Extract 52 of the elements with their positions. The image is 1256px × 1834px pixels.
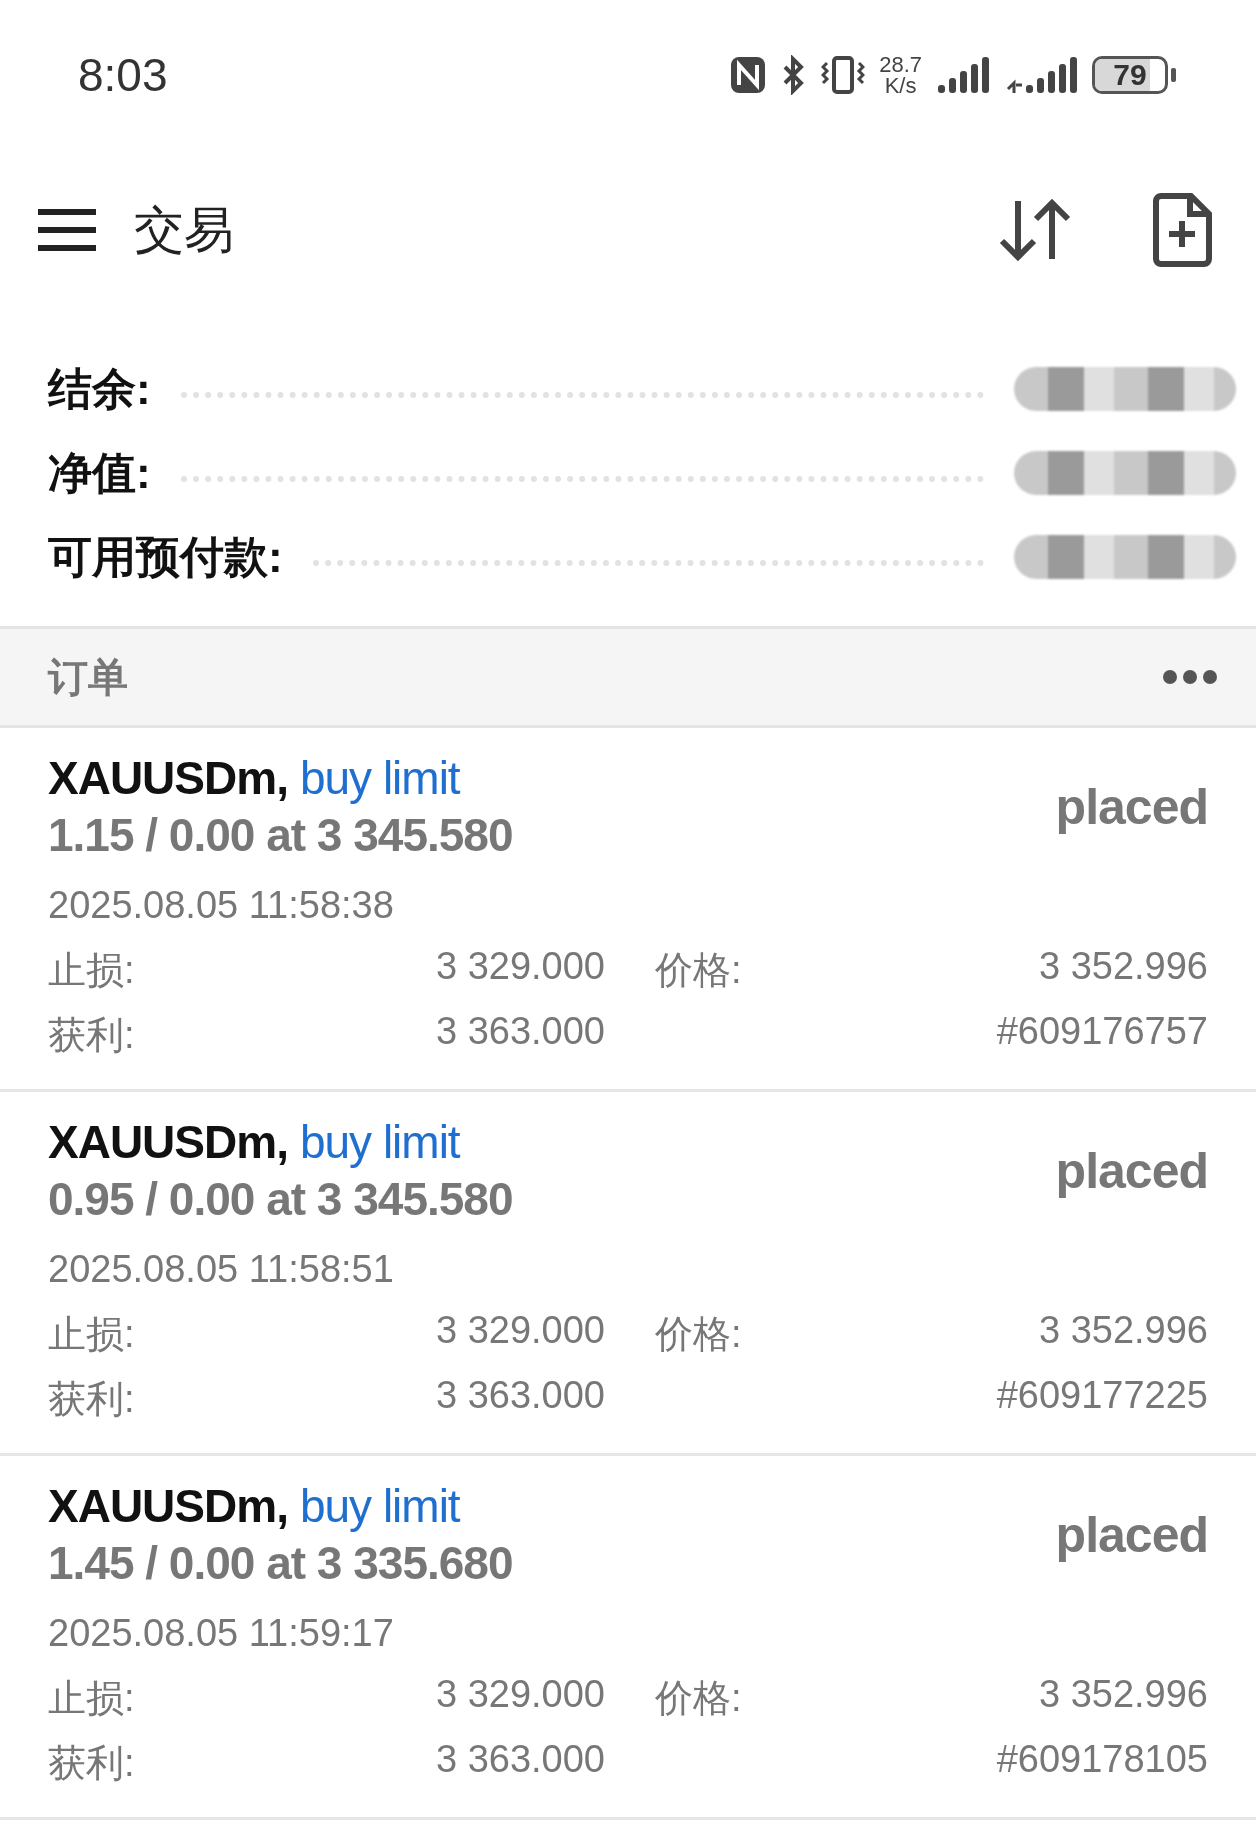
order-status: placed (1055, 1142, 1208, 1200)
order-ticket: #609177225 (995, 1374, 1208, 1418)
field-value: 3 352.996 (1037, 1309, 1208, 1353)
order-time: 2025.08.05 11:59:17 (48, 1612, 395, 1655)
field-value: 3 329.000 (434, 1673, 605, 1717)
vibrate-icon (821, 55, 866, 95)
nfc-icon (729, 55, 768, 95)
field-label: 止损: (48, 948, 136, 993)
field-value: 3 363.000 (434, 1374, 605, 1418)
field-value: 3 363.000 (434, 1738, 605, 1782)
order-time: 2025.08.05 11:58:51 (48, 1248, 395, 1291)
field-label: 价格: (654, 1312, 743, 1357)
order-item[interactable]: XAUUSDm, buy limit 1.45 / 0.00 at 3 335.680 placed 2025.08.05 11:59:17 止损: 3 329.000 价格: 3 352.996 获利: 3 363.000 #609178105 (0, 1456, 1256, 1820)
field-label: 价格: (654, 948, 743, 993)
battery-indicator: 79 (1092, 56, 1168, 94)
field-value: 3 329.000 (434, 1309, 605, 1353)
menu-icon (36, 208, 98, 252)
field-value: 3 329.000 (434, 945, 605, 989)
field-label: 获利: (48, 1013, 136, 1058)
account-label: 净值: (48, 446, 151, 499)
signal-icon (936, 55, 992, 95)
order-status: placed (1055, 778, 1208, 836)
network-speed: 28.7 K/s (879, 54, 922, 96)
order-time: 2025.08.05 11:58:38 (48, 884, 395, 927)
more-icon (1162, 669, 1218, 685)
battery-tip-icon (1171, 68, 1176, 82)
order-symbol: XAUUSDm, buy limit (48, 1115, 462, 1170)
order-item[interactable]: XAUUSDm, buy limit 1.15 / 0.00 at 3 345.580 placed 2025.08.05 11:58:38 止损: 3 329.000 价格: 3 352.996 获利: 3 363.000 #609176757 (0, 728, 1256, 1092)
field-value: 3 352.996 (1037, 1673, 1208, 1717)
order-volume: 0.95 / 0.00 at 3 345.580 (48, 1172, 513, 1227)
field-label: 止损: (48, 1676, 136, 1721)
order-volume: 1.45 / 0.00 at 3 335.680 (48, 1536, 513, 1591)
field-label: 止损: (48, 1312, 136, 1357)
order-item[interactable]: XAUUSDm, buy limit 0.95 / 0.00 at 3 345.580 placed 2025.08.05 11:58:51 止损: 3 329.000 价格: 3 352.996 获利: 3 363.000 #609177225 (0, 1092, 1256, 1456)
signal-icon (1006, 55, 1078, 95)
order-status: placed (1055, 1506, 1208, 1564)
field-value: 3 363.000 (434, 1010, 605, 1054)
order-symbol: XAUUSDm, buy limit (48, 751, 462, 806)
field-label: 获利: (48, 1377, 136, 1422)
order-ticket: #609176757 (995, 1010, 1208, 1054)
new-document-icon (1152, 193, 1212, 267)
account-label: 结余: (48, 362, 151, 415)
status-time: 8:03 (78, 48, 168, 102)
page-title: 交易 (134, 200, 234, 260)
order-volume: 1.15 / 0.00 at 3 345.580 (48, 808, 513, 863)
order-symbol: XAUUSDm, buy limit (48, 1479, 462, 1534)
field-label: 价格: (654, 1676, 743, 1721)
section-title: 订单 (48, 653, 128, 701)
field-label: 获利: (48, 1741, 136, 1786)
field-value: 3 352.996 (1037, 945, 1208, 989)
account-label: 可用预付款: (48, 530, 283, 583)
order-ticket: #609178105 (995, 1738, 1208, 1782)
